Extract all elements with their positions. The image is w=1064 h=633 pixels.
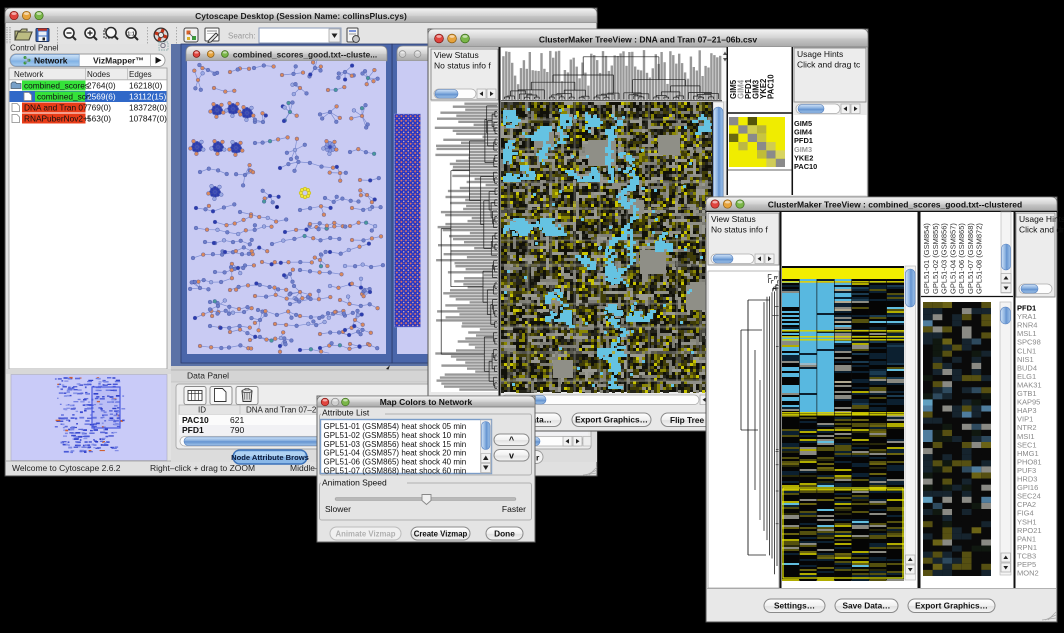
svg-text:PAC10: PAC10 — [767, 74, 776, 99]
svg-text:ClusterMaker TreeView : DNA an: ClusterMaker TreeView : DNA and Tran 07–… — [539, 35, 758, 45]
svg-text:VizMapper™: VizMapper™ — [93, 56, 144, 66]
svg-text:GPL51-02 (GSM855): GPL51-02 (GSM855) — [931, 223, 940, 294]
svg-text:Welcome to Cytoscape 2.6.2: Welcome to Cytoscape 2.6.2 — [12, 463, 121, 473]
svg-text:Edges: Edges — [129, 70, 152, 79]
svg-text:Cytoscape Desktop (Session Nam: Cytoscape Desktop (Session Name: collins… — [195, 11, 407, 21]
svg-text:combined_scores: combined_scores — [24, 80, 89, 90]
svg-text:Usage Hints: Usage Hints — [797, 49, 843, 59]
svg-text:Control Panel: Control Panel — [10, 44, 59, 53]
svg-text:Search:: Search: — [228, 32, 256, 41]
svg-text:GPL51-04 (GSM857): GPL51-04 (GSM857) — [948, 223, 957, 294]
svg-text:Click and drag: Click and drag — [1019, 225, 1064, 235]
svg-text:Faster: Faster — [502, 504, 526, 514]
svg-text:PFD1: PFD1 — [182, 425, 204, 435]
svg-text:Export Graphics…: Export Graphics… — [915, 601, 988, 611]
svg-text:No status info f: No status info f — [711, 225, 768, 235]
svg-text:GPL51-07 (GSM868) heat shock 6: GPL51-07 (GSM868) heat shock 60 min — [324, 467, 467, 476]
svg-text:^: ^ — [509, 435, 515, 445]
svg-text:GPL51-04 (GSM857) heat shock 2: GPL51-04 (GSM857) heat shock 20 min — [324, 449, 467, 458]
svg-text:Save Data…: Save Data… — [843, 601, 891, 611]
svg-text:Done: Done — [494, 528, 515, 538]
svg-text:DNA and Tran 07: DNA and Tran 07 — [24, 102, 88, 112]
svg-text:Node Attribute Brows: Node Attribute Brows — [231, 453, 309, 462]
svg-text:combined_sco: combined_sco — [37, 91, 91, 101]
svg-text:Click and drag tc: Click and drag tc — [797, 60, 861, 70]
svg-text:combined_scores_good.txt--clus: combined_scores_good.txt--cluste... — [233, 50, 377, 60]
svg-text:ID: ID — [198, 405, 206, 414]
svg-text:MON2: MON2 — [1017, 569, 1039, 578]
svg-text:2569(6): 2569(6) — [87, 91, 116, 101]
svg-text:183728(0): 183728(0) — [129, 102, 167, 112]
svg-text:GPL51-07 (GSM868): GPL51-07 (GSM868) — [966, 223, 975, 294]
svg-text:PAC10: PAC10 — [182, 415, 209, 425]
svg-text:Animate Vizmap: Animate Vizmap — [335, 529, 395, 538]
svg-text:Create Vizmap: Create Vizmap — [414, 529, 468, 538]
svg-text:GPL51-06 (GSM865): GPL51-06 (GSM865) — [957, 223, 966, 294]
svg-text:769(0): 769(0) — [87, 102, 111, 112]
svg-text:563(0): 563(0) — [87, 113, 111, 123]
svg-text:GPL51-03 (GSM856): GPL51-03 (GSM856) — [940, 223, 949, 294]
svg-text:Animation Speed: Animation Speed — [322, 478, 387, 488]
svg-text:Slower: Slower — [325, 504, 351, 514]
svg-text:RNAPuberNov2+I: RNAPuberNov2+I — [24, 113, 90, 123]
svg-text:Map Colors to Network: Map Colors to Network — [380, 397, 473, 407]
svg-text:2764(0): 2764(0) — [87, 80, 116, 90]
svg-text:16218(0): 16218(0) — [129, 80, 162, 90]
svg-text:GPL51-01 (GSM854): GPL51-01 (GSM854) — [922, 223, 931, 294]
svg-text:View Status: View Status — [434, 50, 479, 60]
svg-text:621: 621 — [230, 415, 244, 425]
svg-text:PAC10: PAC10 — [794, 162, 817, 171]
svg-text:GPL51-03 (GSM856) heat shock 1: GPL51-03 (GSM856) heat shock 15 min — [324, 440, 467, 449]
svg-text:Nodes: Nodes — [87, 70, 110, 79]
svg-text:Export Graphics…: Export Graphics… — [575, 415, 648, 425]
svg-text:Network: Network — [14, 70, 44, 79]
svg-text:ClusterMaker TreeView : combin: ClusterMaker TreeView : combined_scores_… — [768, 200, 1022, 210]
svg-text:No status info f: No status info f — [434, 61, 491, 71]
svg-text:Usage Hints: Usage Hints — [1019, 214, 1064, 224]
svg-text:v: v — [509, 450, 514, 460]
svg-text:View Status: View Status — [711, 214, 756, 224]
svg-text:Network: Network — [34, 56, 68, 66]
svg-text:Settings…: Settings… — [774, 601, 815, 611]
svg-text:13112(15): 13112(15) — [129, 91, 166, 101]
svg-text:790: 790 — [230, 425, 244, 435]
svg-text:1:1: 1:1 — [127, 32, 134, 38]
svg-text:GPL51-02 (GSM855) heat shock 1: GPL51-02 (GSM855) heat shock 10 min — [324, 431, 467, 440]
svg-text:GPL51-06 (GSM865) heat shock 4: GPL51-06 (GSM865) heat shock 40 min — [324, 458, 467, 467]
svg-text:GPL51-08 (GSM872): GPL51-08 (GSM872) — [975, 223, 984, 294]
svg-text:Attribute List: Attribute List — [322, 408, 370, 418]
svg-text:GPL51-01 (GSM854) heat shock 0: GPL51-01 (GSM854) heat shock 05 min — [324, 422, 467, 431]
svg-text:Data Panel: Data Panel — [187, 371, 229, 381]
svg-text:107847(0): 107847(0) — [129, 113, 167, 123]
